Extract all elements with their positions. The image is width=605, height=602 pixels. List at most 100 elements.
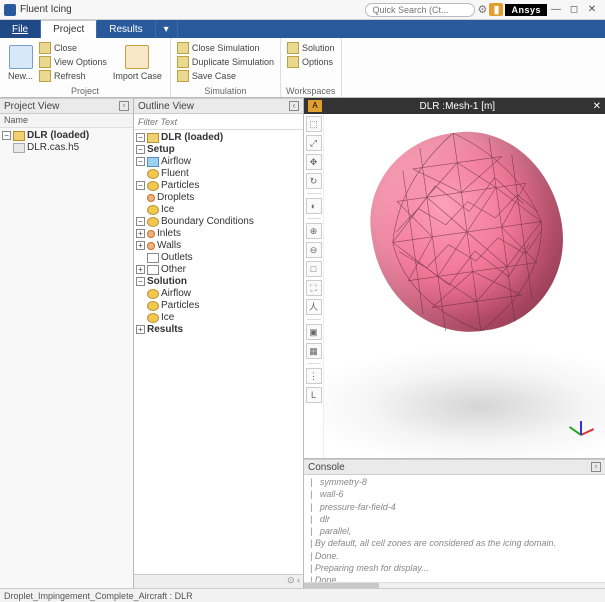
outline-footer: ⊙ ‹ bbox=[134, 574, 303, 588]
title-bar: Fluent Icing ⚙ ▮ Ansys — ◻ ✕ bbox=[0, 0, 605, 20]
mesh-geometry bbox=[359, 120, 575, 344]
close-project-button[interactable]: Close bbox=[39, 42, 107, 54]
save-case-button[interactable]: Save Case bbox=[177, 70, 274, 82]
refresh-button[interactable]: Refresh bbox=[39, 70, 107, 82]
console-output[interactable]: | symmetry-8 | wall-6 | pressure-far-fie… bbox=[304, 475, 605, 582]
z-axis-icon bbox=[580, 421, 582, 435]
tool-view2-button[interactable]: ▦ bbox=[306, 343, 322, 359]
fluent-icon bbox=[147, 169, 159, 179]
quick-search-input[interactable] bbox=[365, 3, 475, 17]
walls-icon bbox=[147, 242, 155, 250]
axis-triad[interactable] bbox=[563, 416, 599, 452]
tree-item-particles[interactable]: −Particles bbox=[136, 180, 301, 192]
outline-filter-input[interactable] bbox=[134, 114, 303, 130]
tree-file[interactable]: DLR.cas.h5 bbox=[2, 142, 131, 154]
tool-rotate-button[interactable]: ↻ bbox=[306, 173, 322, 189]
console-dock-button[interactable]: ▫ bbox=[591, 462, 601, 472]
tree-item-setup[interactable]: −Setup bbox=[136, 144, 301, 156]
ice-icon bbox=[147, 205, 159, 215]
app-title: Fluent Icing bbox=[20, 4, 72, 15]
ribbon-group-workspaces: Solution Options Workspaces bbox=[281, 38, 342, 97]
app-icon bbox=[4, 4, 16, 16]
tree-item-other[interactable]: +Other bbox=[136, 264, 301, 276]
tool-pan-button[interactable]: ⤢ bbox=[306, 135, 322, 151]
droplets-icon bbox=[147, 194, 155, 202]
ribbon-group-label: Project bbox=[4, 86, 166, 97]
duplicate-simulation-button[interactable]: Duplicate Simulation bbox=[177, 56, 274, 68]
close-icon bbox=[39, 42, 51, 54]
view3d-header: A DLR :Mesh-1 [m] ✕ bbox=[304, 98, 605, 114]
tool-box-button[interactable]: ⛶ bbox=[306, 280, 322, 296]
panel-collapse-button[interactable]: ‹ bbox=[289, 101, 299, 111]
tree-item-droplets[interactable]: Droplets bbox=[136, 192, 301, 204]
view3d-close-button[interactable]: ✕ bbox=[593, 101, 601, 112]
tree-root[interactable]: −DLR (loaded) bbox=[2, 130, 131, 142]
tool-select-button[interactable]: ⬚ bbox=[306, 116, 322, 132]
sol-ice-icon bbox=[147, 313, 159, 323]
close-simulation-button[interactable]: Close Simulation bbox=[177, 42, 274, 54]
console-panel: Console ▫ | symmetry-8 | wall-6 | pressu… bbox=[304, 458, 605, 588]
tool-fit-button[interactable]: □ bbox=[306, 261, 322, 277]
tree-item-inlets[interactable]: +Inlets bbox=[136, 228, 301, 240]
tool-axis-button[interactable]: L bbox=[306, 387, 322, 403]
tool-more-button[interactable]: ⋮ bbox=[306, 368, 322, 384]
x-axis-icon bbox=[581, 428, 595, 436]
tab-dropdown[interactable]: ▾ bbox=[156, 20, 178, 38]
tool-view1-button[interactable]: ▣ bbox=[306, 324, 322, 340]
settings-gear-icon[interactable]: ⚙ bbox=[475, 3, 489, 16]
window-close-button[interactable]: ✕ bbox=[583, 4, 601, 15]
import-case-button[interactable]: Import Case bbox=[109, 40, 166, 86]
project-view-header: Project View ▫ bbox=[0, 98, 133, 114]
view3d-title: DLR :Mesh-1 [m] bbox=[322, 101, 593, 112]
ribbon-group-project: New... Close View Options Refresh Import… bbox=[0, 38, 171, 97]
refresh-icon bbox=[39, 70, 51, 82]
outline-view-header: Outline View ‹ bbox=[134, 98, 303, 114]
folder-icon bbox=[13, 131, 25, 141]
tree-item-outlets[interactable]: Outlets bbox=[136, 252, 301, 264]
view-options-button[interactable]: View Options bbox=[39, 56, 107, 68]
project-view-panel: Project View ▫ Name −DLR (loaded) DLR.ca… bbox=[0, 98, 134, 588]
view-toolbar: ⬚ ⤢ ✥ ↻ ◐ ⊕ ⊖ □ ⛶ 人 ▣ ▦ ⋮ L bbox=[304, 114, 324, 458]
duplicate-icon bbox=[177, 56, 189, 68]
other-icon bbox=[147, 265, 159, 275]
tool-shade-button[interactable]: ◐ bbox=[306, 198, 322, 214]
console-header: Console ▫ bbox=[304, 459, 605, 475]
panel-dock-button[interactable]: ▫ bbox=[119, 101, 129, 111]
tool-move-button[interactable]: ✥ bbox=[306, 154, 322, 170]
tree-item-root[interactable]: −DLR (loaded) bbox=[136, 132, 301, 144]
tree-item-airflow[interactable]: −Airflow bbox=[136, 156, 301, 168]
help-user-icon[interactable]: ▮ bbox=[489, 3, 503, 16]
window-maximize-button[interactable]: ◻ bbox=[565, 4, 583, 15]
outlets-icon bbox=[147, 253, 159, 263]
tree-item-sol-particles[interactable]: Particles bbox=[136, 300, 301, 312]
workspace-solution-button[interactable]: Solution bbox=[287, 42, 335, 54]
tree-item-sol-ice[interactable]: Ice bbox=[136, 312, 301, 324]
sol-particles-icon bbox=[147, 301, 159, 311]
tool-probe-button[interactable]: 人 bbox=[306, 299, 322, 315]
import-icon bbox=[125, 45, 149, 69]
tree-item-results[interactable]: +Results bbox=[136, 324, 301, 336]
new-project-button[interactable]: New... bbox=[4, 40, 37, 86]
status-text: Droplet_Impingement_Complete_Aircraft : … bbox=[4, 591, 193, 601]
tab-project[interactable]: Project bbox=[41, 20, 97, 38]
tab-results[interactable]: Results bbox=[97, 20, 155, 38]
window-minimize-button[interactable]: — bbox=[547, 4, 565, 15]
tree-item-solution[interactable]: −Solution bbox=[136, 276, 301, 288]
view3d-canvas[interactable] bbox=[324, 114, 605, 458]
tree-item-ice[interactable]: Ice bbox=[136, 204, 301, 216]
workspace-options-button[interactable]: Options bbox=[287, 56, 335, 68]
view3d-body: ⬚ ⤢ ✥ ↻ ◐ ⊕ ⊖ □ ⛶ 人 ▣ ▦ ⋮ L bbox=[304, 114, 605, 458]
right-panel: A DLR :Mesh-1 [m] ✕ ⬚ ⤢ ✥ ↻ ◐ ⊕ ⊖ □ ⛶ 人 … bbox=[304, 98, 605, 588]
tool-zoomin-button[interactable]: ⊕ bbox=[306, 223, 322, 239]
tree-item-walls[interactable]: +Walls bbox=[136, 240, 301, 252]
tree-item-bc[interactable]: −Boundary Conditions bbox=[136, 216, 301, 228]
console-scrollbar[interactable] bbox=[304, 582, 605, 588]
tab-file[interactable]: File bbox=[0, 20, 41, 38]
tree-item-fluent[interactable]: Fluent bbox=[136, 168, 301, 180]
tool-zoomout-button[interactable]: ⊖ bbox=[306, 242, 322, 258]
tree-item-sol-airflow[interactable]: Airflow bbox=[136, 288, 301, 300]
mesh-wireframe bbox=[359, 120, 575, 344]
ansys-badge-icon: A bbox=[308, 100, 322, 112]
file-icon bbox=[13, 143, 25, 153]
inlets-icon bbox=[147, 230, 155, 238]
